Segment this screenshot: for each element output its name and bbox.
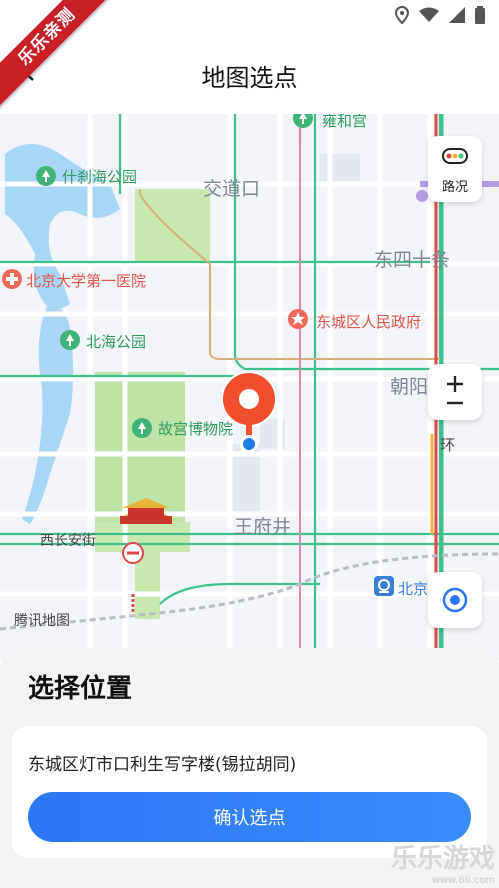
confirm-button[interactable]: 确认选点 — [28, 792, 471, 842]
map-label-beijing-station: 北京 — [398, 580, 429, 598]
park-north — [135, 189, 210, 264]
locate-me-button[interactable] — [428, 572, 482, 628]
panel-title: 选择位置 — [28, 674, 133, 704]
map-label-wangfujing: 王府井 — [234, 516, 292, 538]
signal-icon — [449, 7, 465, 27]
map-label-chaoyang: 朝阳 — [390, 376, 429, 398]
watermark-url: www.6ll.com — [431, 875, 495, 886]
location-icon — [394, 5, 410, 28]
selected-address: 东城区灯市口利生写字楼(锡拉胡同) — [28, 755, 297, 775]
tencent-map-logo: 腾讯地图 — [14, 613, 70, 629]
map-view[interactable]: 什刹海公园 交道口 雍和宫 东四十条 北京大学第一医院 北海公园 东城区人民政府… — [0, 114, 499, 660]
battery-icon — [475, 6, 485, 28]
traffic-toggle-button[interactable]: 路况 — [428, 136, 482, 202]
page-title: 地图选点 — [201, 64, 298, 92]
map-label-jiaodaokou: 交道口 — [203, 178, 261, 200]
block-3 — [320, 154, 360, 184]
brand-watermark: 乐乐游戏 www.6ll.com — [391, 838, 495, 886]
watermark-brand: 乐乐游戏 — [390, 844, 495, 874]
wifi-icon — [419, 7, 439, 27]
nav-bar: 地图选点 — [0, 32, 499, 115]
map-label-huan: 环 — [440, 436, 456, 454]
map-label-yonghegong: 雍和宫 — [322, 114, 368, 130]
map-label-beihai: 北海公园 — [86, 333, 147, 351]
map-label-dongcheng-gov: 东城区人民政府 — [316, 313, 422, 331]
map-label-shichahai: 什刹海公园 — [62, 168, 138, 186]
zoom-control[interactable] — [428, 364, 482, 420]
map-label-pku-hospital: 北京大学第一医院 — [26, 272, 147, 290]
traffic-label: 路况 — [441, 180, 468, 195]
map-label-dongsishitiao: 东四十条 — [374, 249, 451, 271]
map-label-xichanganjie: 西长安街 — [40, 533, 96, 549]
location-pin — [218, 371, 280, 461]
